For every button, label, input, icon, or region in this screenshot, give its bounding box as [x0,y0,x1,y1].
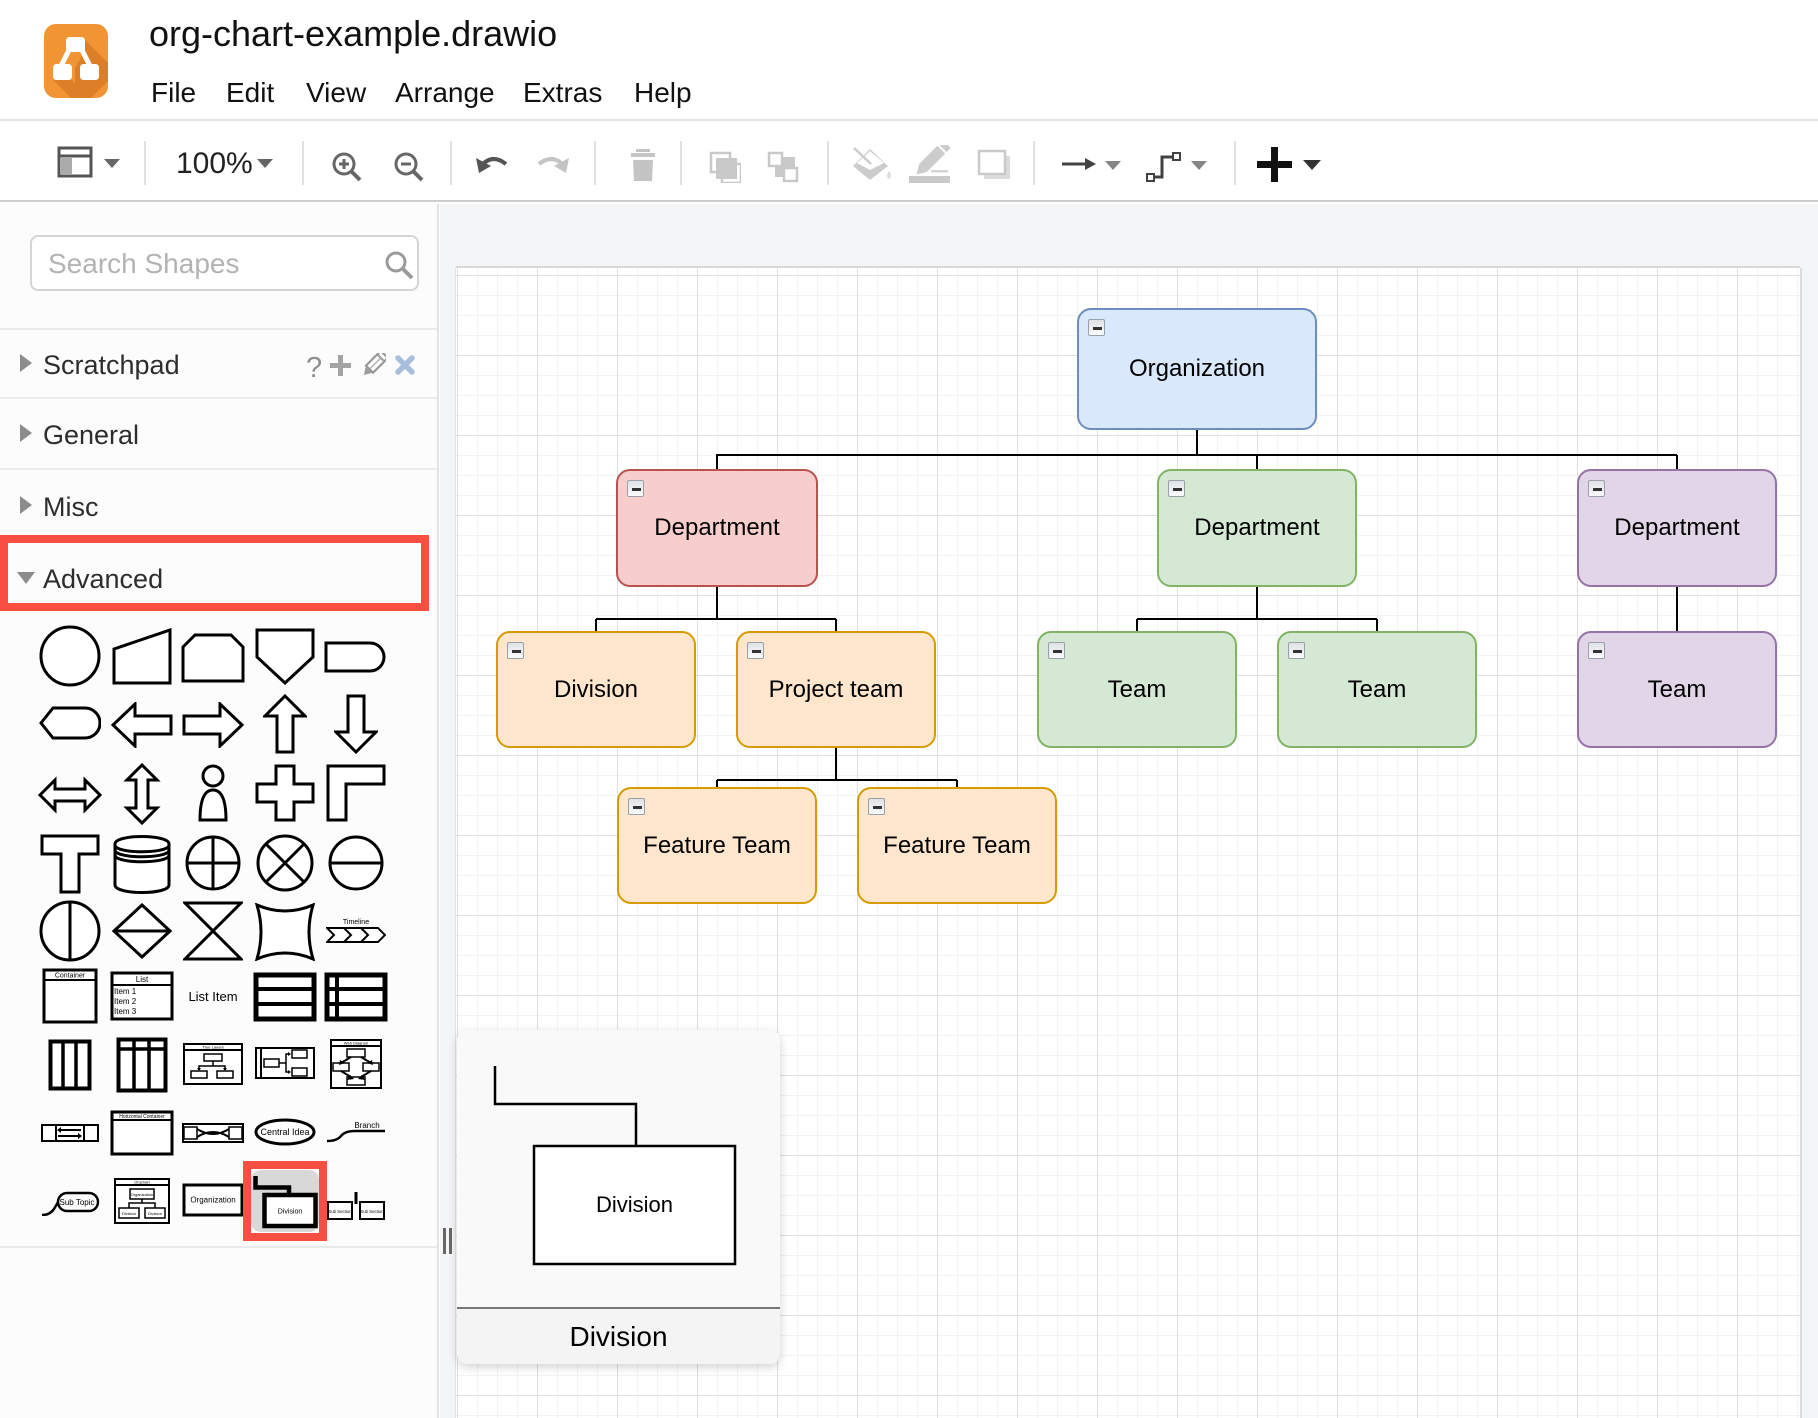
svg-text:Sub Section: Sub Section [360,1209,384,1214]
svg-text:Branch: Branch [354,1121,379,1130]
svg-text:Organization: Organization [130,1192,153,1197]
svg-text:Organization: Organization [190,1196,235,1205]
svg-text:Orgchart: Orgchart [134,1180,150,1185]
svg-text:Timeline: Timeline [343,919,369,926]
svg-text:Web Diagram: Web Diagram [344,1041,369,1046]
svg-text:Horizontal Container: Horizontal Container [119,1114,165,1120]
svg-text:Division: Division [121,1211,135,1216]
svg-text:Item 3: Item 3 [114,1007,137,1016]
svg-text:Item 2: Item 2 [114,997,137,1006]
svg-text:Division: Division [147,1211,161,1216]
svg-text:Sub Section: Sub Section [328,1209,352,1214]
svg-text:Tree Layout: Tree Layout [202,1045,224,1050]
svg-text:Item 1: Item 1 [114,987,137,996]
svg-text:Central Idea: Central Idea [260,1127,309,1137]
svg-text:Sub Topic: Sub Topic [60,1198,95,1207]
svg-text:Division: Division [278,1209,303,1216]
svg-text:List: List [135,975,148,984]
svg-text:Container: Container [55,973,86,980]
